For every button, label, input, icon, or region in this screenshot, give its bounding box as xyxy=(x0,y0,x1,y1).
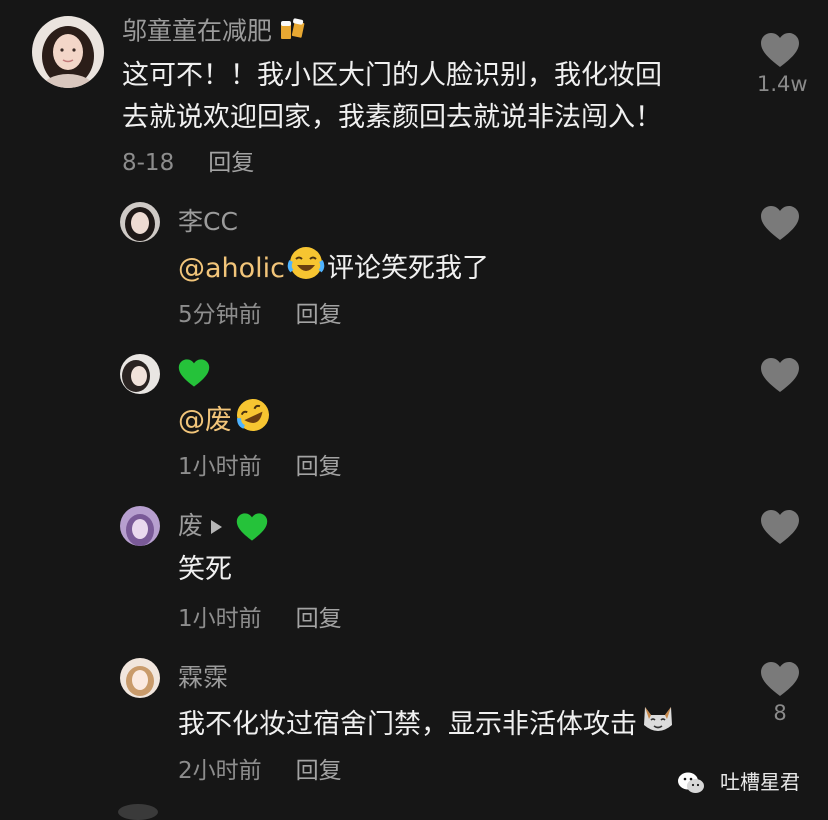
avatar[interactable] xyxy=(120,506,160,546)
mention-link[interactable]: @aholic xyxy=(178,253,285,284)
green-heart-emoji-icon xyxy=(178,359,210,394)
wechat-icon xyxy=(676,770,720,794)
reply-button[interactable]: 回复 xyxy=(296,606,342,632)
like-button[interactable] xyxy=(757,509,803,545)
beer-mugs-emoji-icon xyxy=(278,16,308,49)
comment-text: 笑死 xyxy=(178,554,232,585)
avatar[interactable] xyxy=(120,354,160,394)
like-count: 8 xyxy=(773,701,787,725)
comment-text: 这可不！！我小区大门的人脸识别，我化妆回 去就说欢迎回家，我素颜回去就说非法闯入… xyxy=(122,60,662,133)
timestamp: 1小时前 xyxy=(178,606,262,632)
green-heart-emoji-icon[interactable] xyxy=(228,511,268,541)
comment-meta: 8-18 回复 xyxy=(122,148,254,178)
comment-meta: 5分钟前 回复 xyxy=(178,300,342,330)
avatar[interactable] xyxy=(120,658,160,698)
comment-meta: 1小时前 回复 xyxy=(178,604,342,634)
comment-text: 我不化妆过宿舍门禁，显示非活体攻击 xyxy=(178,701,679,750)
username[interactable] xyxy=(178,358,210,395)
timestamp: 1小时前 xyxy=(178,454,262,480)
avatar[interactable] xyxy=(32,16,104,88)
like-count: 1.4w xyxy=(757,72,808,96)
like-button[interactable]: 1.4w xyxy=(757,32,808,96)
heart-icon xyxy=(761,510,799,544)
watermark: 吐槽星君 xyxy=(676,766,800,797)
heart-icon xyxy=(761,206,799,240)
mention-link[interactable]: @废 xyxy=(178,405,232,436)
comment-meta: 1小时前 回复 xyxy=(178,452,342,482)
username[interactable]: 废 xyxy=(178,511,268,542)
reply-button[interactable]: 回复 xyxy=(208,150,254,176)
reply-button[interactable]: 回复 xyxy=(296,454,342,480)
username[interactable]: 霖霂 xyxy=(178,663,228,693)
like-button[interactable] xyxy=(757,357,803,393)
timestamp: 5分钟前 xyxy=(178,302,262,328)
like-button[interactable]: 8 xyxy=(757,661,803,725)
cat-face-emoji-icon xyxy=(639,701,677,750)
reply-button[interactable]: 回复 xyxy=(296,302,342,328)
crying-laughing-emoji-icon xyxy=(287,245,325,294)
reply-button[interactable]: 回复 xyxy=(296,758,342,784)
username[interactable]: 李CC xyxy=(178,207,238,237)
comment-meta: 2小时前 回复 xyxy=(178,756,342,786)
timestamp: 2小时前 xyxy=(178,758,262,784)
rolling-laughing-emoji-icon xyxy=(234,397,272,446)
avatar[interactable] xyxy=(120,202,160,242)
comment-text: @aholic 评论笑死我了 xyxy=(178,245,489,294)
heart-icon xyxy=(761,662,799,696)
timestamp: 8-18 xyxy=(122,150,175,176)
heart-icon xyxy=(761,358,799,392)
comment-text: @废 xyxy=(178,397,274,446)
reply-arrow-icon xyxy=(211,520,223,534)
next-avatar-partial xyxy=(118,804,158,820)
username[interactable]: 邬童童在减肥 xyxy=(122,16,308,49)
like-button[interactable] xyxy=(757,205,803,241)
heart-icon xyxy=(761,33,799,67)
